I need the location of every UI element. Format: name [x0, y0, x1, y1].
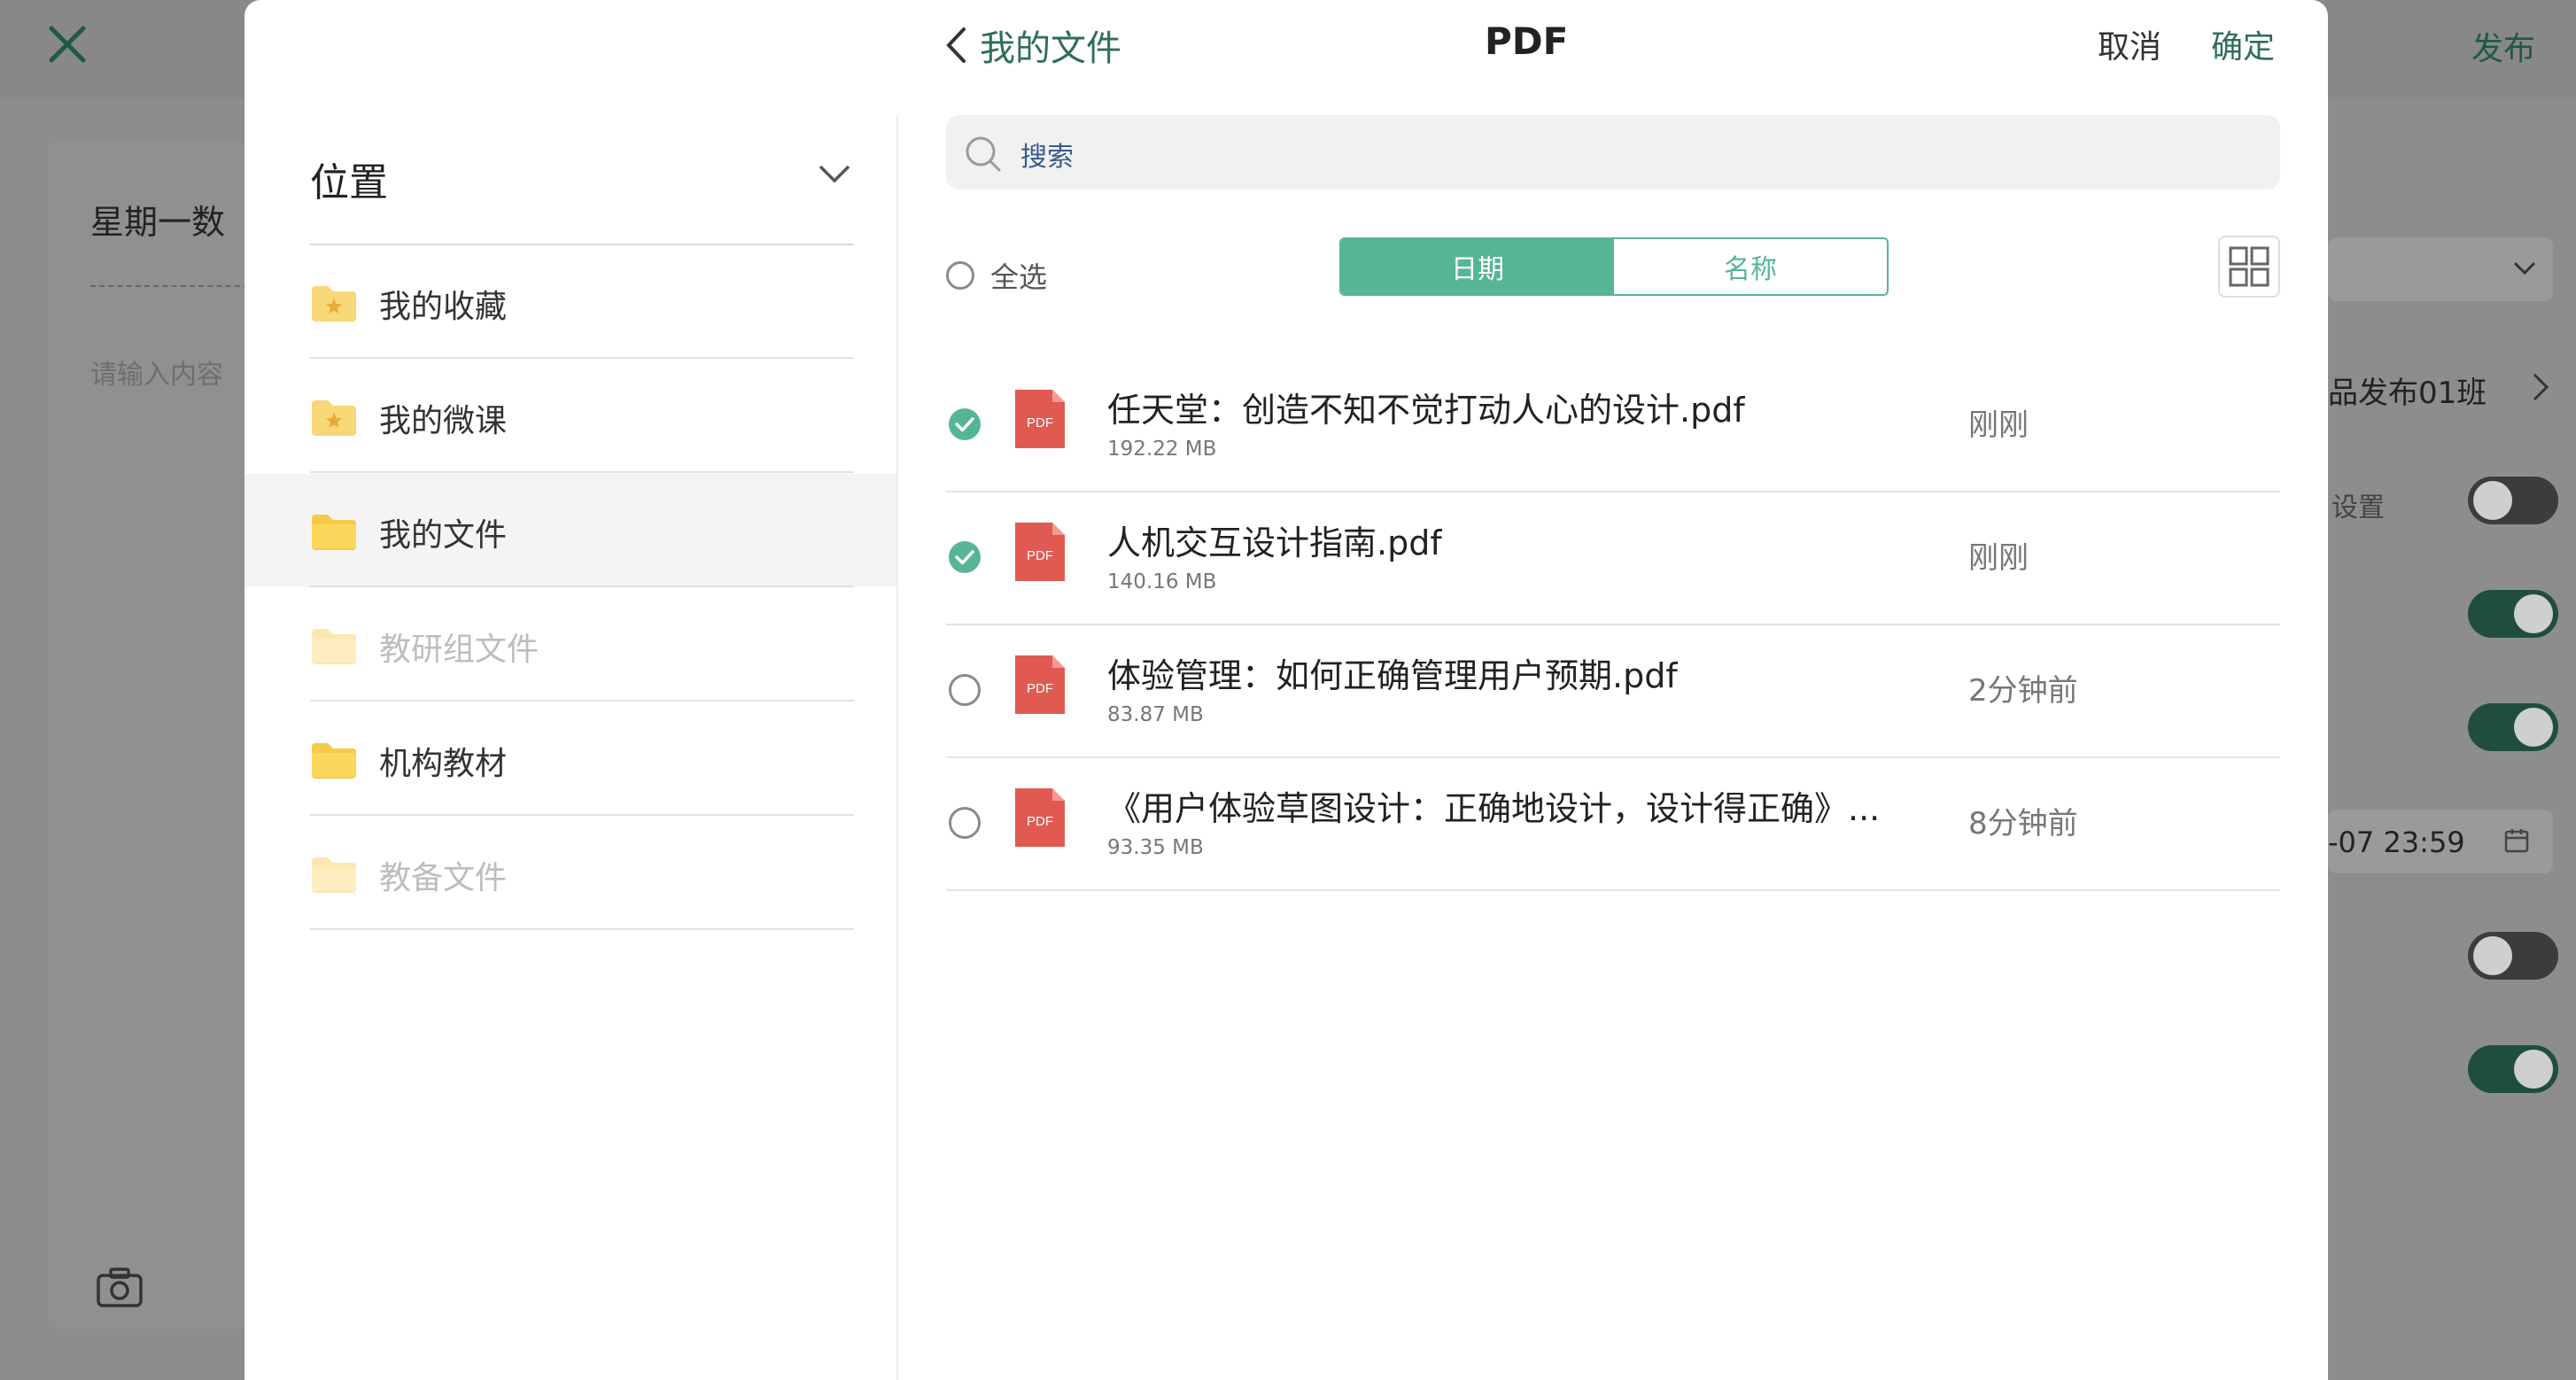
sidebar-item-institution-materials[interactable]: 机构教材 [244, 702, 896, 816]
file-row[interactable]: PDF 《用户体验草图设计：正确地设计，设计得正确》... 93.35 MB 8… [946, 756, 2280, 891]
background-input-placeholder: 请输入内容 [90, 360, 223, 391]
file-size: 192.22 MB [1107, 438, 1217, 461]
background-deadline: -07 23:59 [2328, 826, 2465, 859]
file-row[interactable]: PDF 体验管理：如何正确管理用户预期.pdf 83.87 MB 2分钟前 [946, 624, 2280, 758]
svg-text:PDF: PDF [1027, 814, 1053, 829]
folder-icon [312, 743, 356, 779]
search-input[interactable]: 搜索 [946, 115, 2280, 190]
chevron-left-icon [946, 27, 966, 63]
sidebar-item-favorites[interactable]: 我的收藏 [244, 245, 896, 359]
folder-icon [312, 515, 356, 550]
location-sidebar: 位置 我的收藏 我的微课 我的文件 教研组文件 机构教材 教备文件 [244, 115, 898, 1380]
folder-icon [312, 629, 356, 664]
file-picker-modal: 位置 我的收藏 我的微课 我的文件 教研组文件 机构教材 教备文件 我的文件 P… [244, 0, 2328, 1380]
toggle-3[interactable] [2468, 703, 2558, 751]
svg-text:PDF: PDF [1027, 548, 1053, 563]
file-time: 刚刚 [1968, 540, 2029, 576]
search-placeholder: 搜索 [1020, 142, 1074, 173]
svg-text:PDF: PDF [1027, 681, 1053, 696]
search-icon [966, 136, 1001, 172]
file-time: 2分钟前 [1968, 673, 2078, 709]
pdf-file-icon: PDF [1015, 523, 1065, 581]
file-time: 8分钟前 [1968, 806, 2078, 841]
select-all-checkbox[interactable]: 全选 [946, 255, 1047, 296]
file-name: 体验管理：如何正确管理用户预期.pdf [1107, 656, 1678, 695]
toggle-1[interactable] [2468, 477, 2558, 524]
sort-segmented-control: 日期 名称 [1339, 237, 1889, 296]
pdf-file-icon: PDF [1015, 390, 1065, 448]
grid-view-button[interactable] [2218, 236, 2280, 298]
unchecked-icon[interactable] [948, 806, 982, 840]
file-size: 93.35 MB [1107, 836, 1204, 859]
sidebar-item-label: 机构教材 [379, 746, 508, 782]
toggle-5[interactable] [2468, 1045, 2558, 1093]
starred-folder-icon [312, 286, 356, 322]
sort-by-date-tab[interactable]: 日期 [1341, 239, 1614, 294]
file-name: 《用户体验草图设计：正确地设计，设计得正确》... [1107, 789, 1881, 828]
sidebar-item-my-files[interactable]: 我的文件 [244, 474, 896, 587]
sort-by-name-tab[interactable]: 名称 [1614, 239, 1887, 294]
file-row[interactable]: PDF 任天堂：创造不知不觉打动人心的设计.pdf 192.22 MB 刚刚 [946, 358, 2280, 492]
sidebar-item-label: 我的文件 [379, 517, 508, 554]
publish-button[interactable]: 发布 [2471, 23, 2535, 69]
checked-icon[interactable] [948, 407, 982, 441]
back-label: 我的文件 [980, 28, 1121, 69]
chevron-down-icon[interactable] [817, 163, 852, 184]
file-row[interactable]: PDF 人机交互设计指南.pdf 140.16 MB 刚刚 [946, 491, 2280, 625]
sidebar-item-label: 我的收藏 [379, 289, 508, 325]
folder-icon [312, 857, 356, 893]
checked-icon[interactable] [948, 540, 982, 574]
select-all-label: 全选 [990, 260, 1048, 294]
location-title: 位置 [310, 160, 388, 205]
chevron-down-icon [2513, 261, 2536, 275]
unchecked-icon[interactable] [948, 673, 982, 707]
background-class-label: 品发布01班 [2328, 376, 2487, 411]
calendar-icon [2504, 829, 2529, 853]
close-icon[interactable] [48, 25, 87, 64]
select-all-radio[interactable] [946, 261, 974, 290]
sidebar-item-label: 教备文件 [379, 860, 508, 896]
starred-folder-icon [312, 400, 356, 436]
file-size: 83.87 MB [1107, 703, 1204, 726]
grid-icon [2229, 246, 2270, 287]
svg-text:PDF: PDF [1027, 415, 1053, 430]
pdf-file-icon: PDF [1015, 655, 1065, 714]
toggle-4[interactable] [2468, 932, 2558, 980]
confirm-button[interactable]: 确定 [2211, 21, 2275, 67]
background-setting-label: 设置 [2332, 492, 2385, 523]
file-time: 刚刚 [1968, 407, 2029, 443]
chevron-right-icon [2533, 373, 2549, 401]
back-button[interactable]: 我的文件 [944, 19, 1121, 71]
sidebar-item-research-files: 教研组文件 [244, 588, 896, 702]
sidebar-item-lesson-prep-files: 教备文件 [244, 817, 896, 930]
file-size: 140.16 MB [1107, 570, 1217, 593]
toggle-2[interactable] [2468, 590, 2558, 638]
file-name: 任天堂：创造不知不觉打动人心的设计.pdf [1107, 391, 1745, 430]
camera-icon[interactable] [96, 1267, 144, 1309]
pdf-file-icon: PDF [1015, 788, 1065, 847]
file-name: 人机交互设计指南.pdf [1107, 523, 1442, 562]
sidebar-item-microlessons[interactable]: 我的微课 [244, 360, 896, 473]
background-card-title: 星期一数 [90, 203, 226, 242]
sidebar-item-label: 我的微课 [379, 403, 508, 439]
sidebar-item-label: 教研组文件 [379, 632, 539, 668]
cancel-button[interactable]: 取消 [2098, 21, 2161, 67]
page-title: PDF [1485, 19, 1569, 63]
